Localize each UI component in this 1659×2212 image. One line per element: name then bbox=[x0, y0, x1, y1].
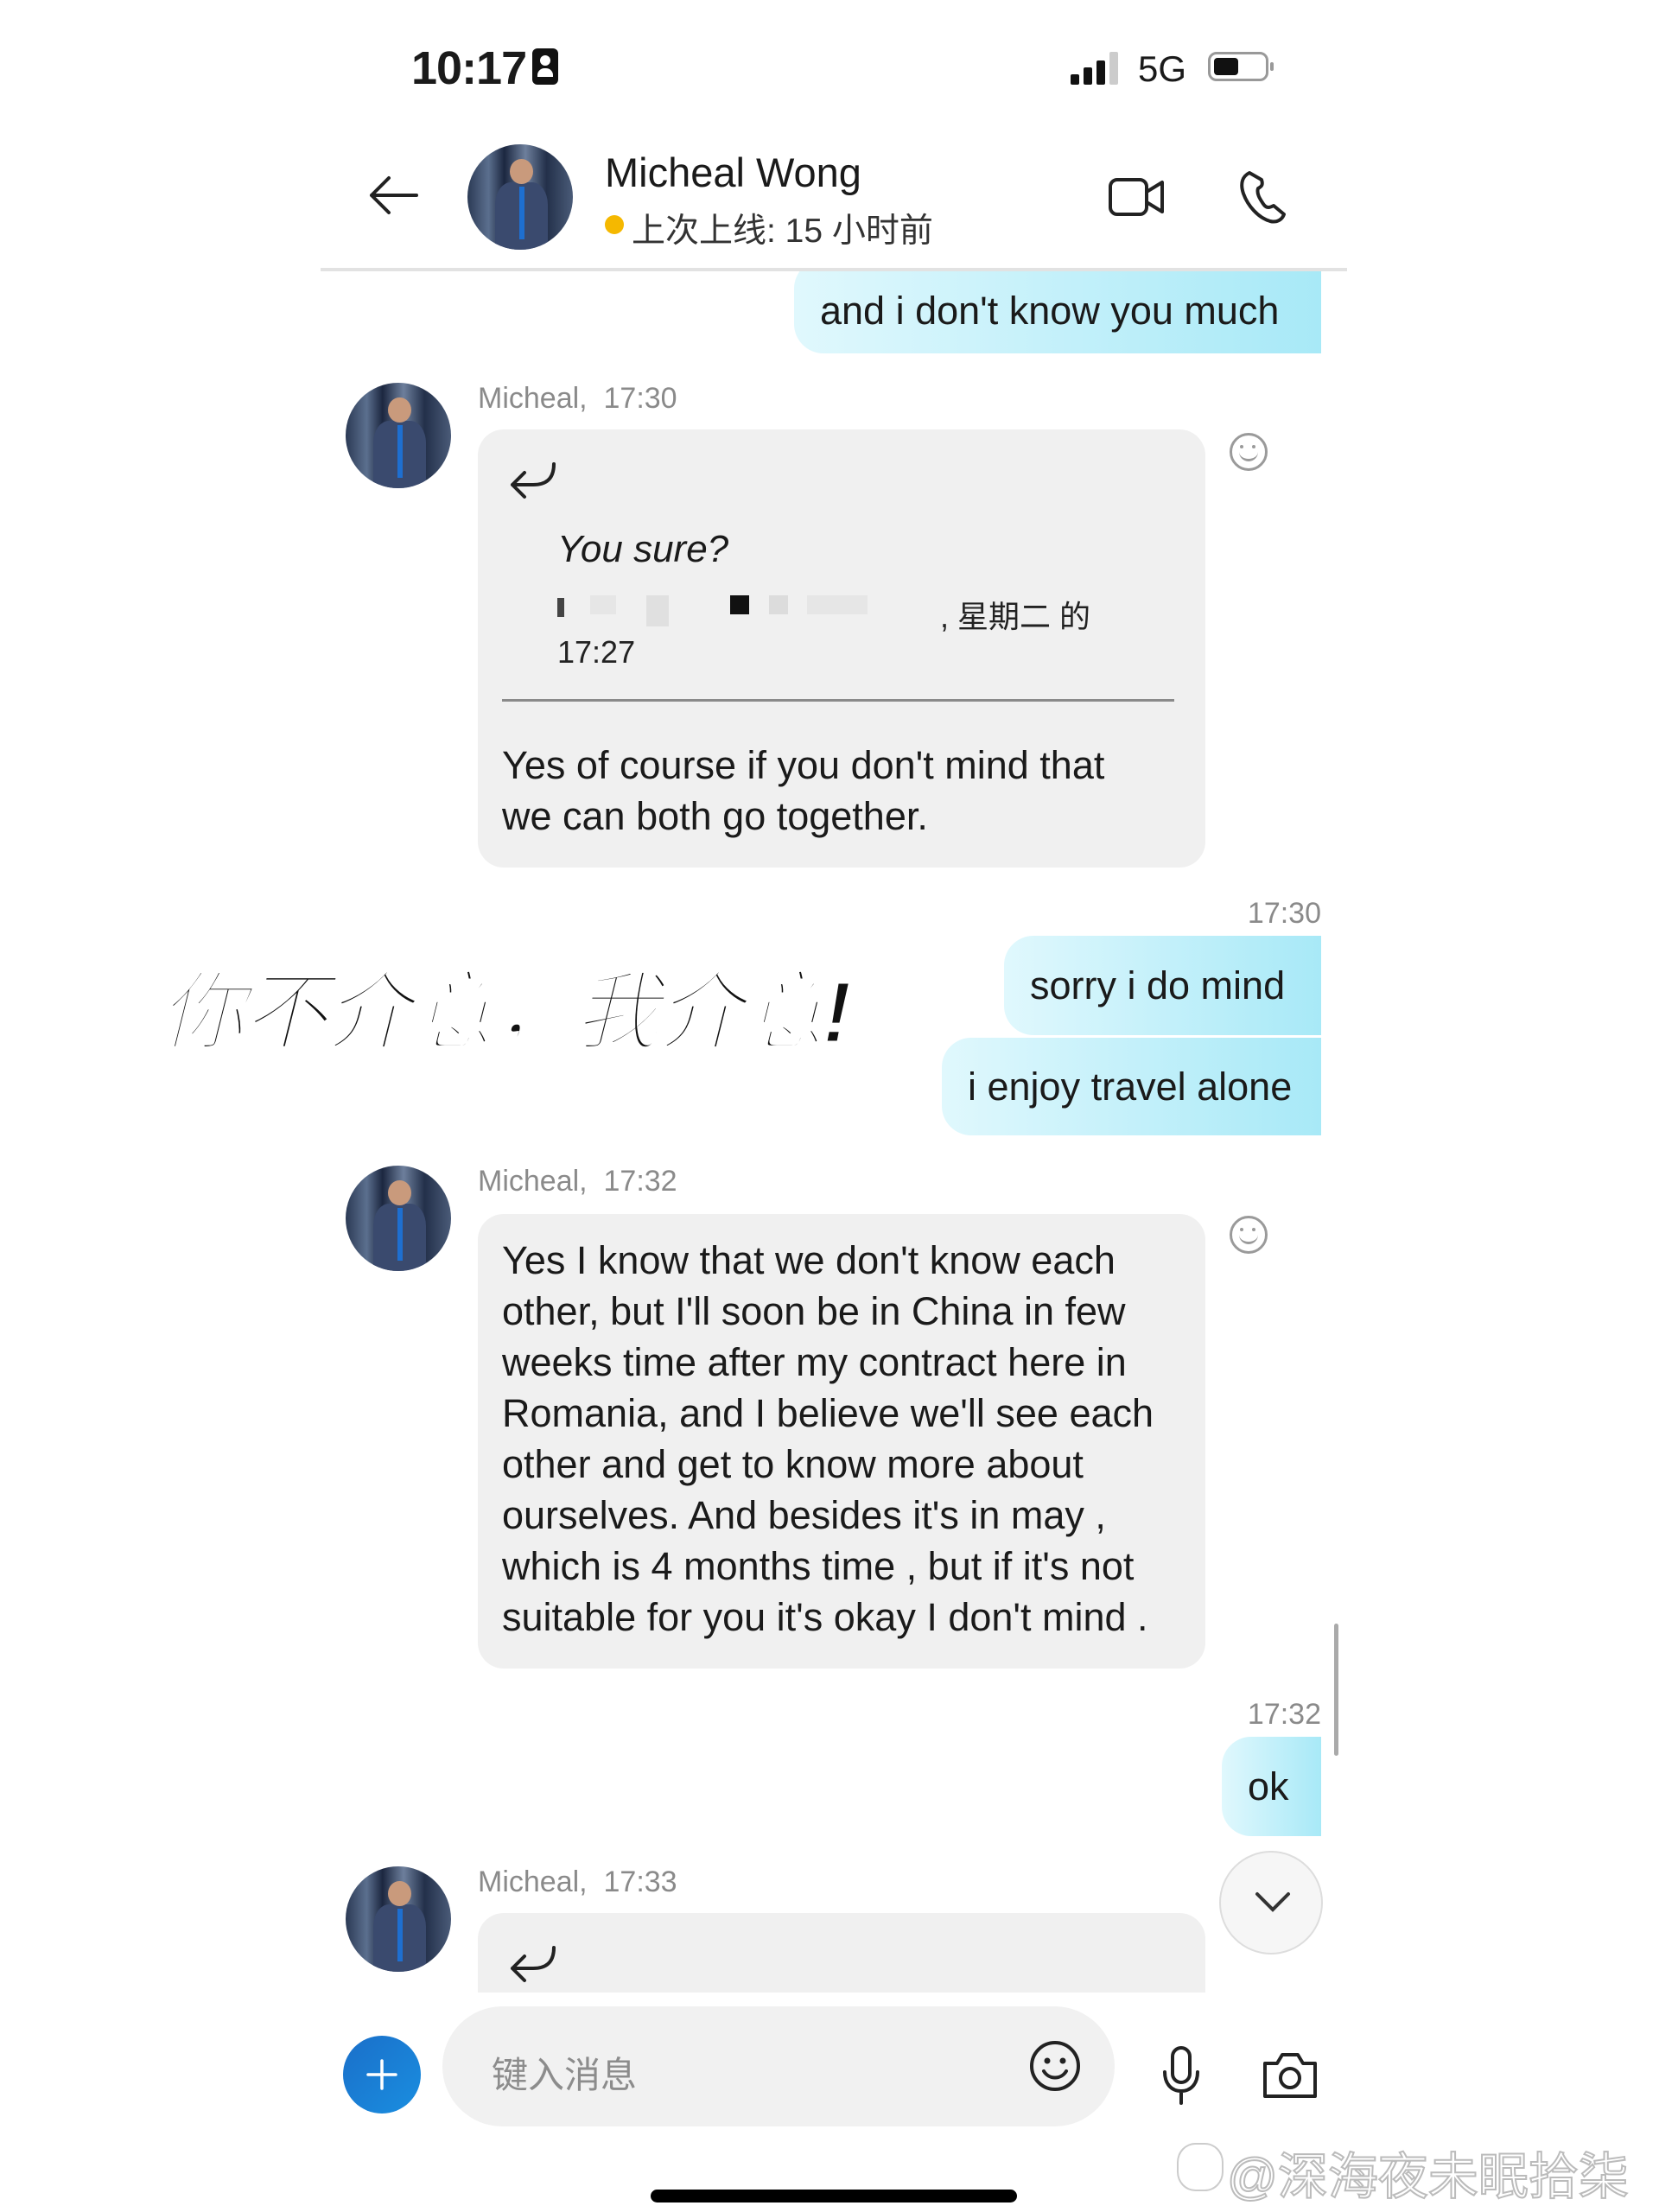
redacted-block bbox=[646, 595, 669, 626]
redacted-block bbox=[590, 595, 616, 614]
quoted-message-meta: , 星期二 的 bbox=[940, 599, 1091, 634]
voice-call-button[interactable] bbox=[1237, 169, 1289, 225]
chat-scroll-area[interactable]: and i don't know you much Micheal, 17:30… bbox=[0, 271, 1659, 1993]
redacted-block bbox=[769, 595, 788, 614]
caption-overlay: 你不介意，我介意! bbox=[157, 963, 852, 1063]
presence-dot bbox=[605, 215, 624, 234]
message-received[interactable]: Yes I know that we don't know each other… bbox=[478, 1214, 1205, 1669]
reply-arrow-icon bbox=[511, 462, 556, 499]
quoted-message-text: You sure? bbox=[557, 528, 729, 570]
sender-avatar[interactable] bbox=[346, 383, 451, 488]
watermark-logo-icon bbox=[1177, 2143, 1224, 2191]
message-input[interactable]: 键入消息 bbox=[442, 2006, 1115, 2126]
message-sent[interactable]: i enjoy travel alone bbox=[942, 1038, 1321, 1135]
sender-avatar[interactable] bbox=[346, 1866, 451, 1972]
smiley-icon bbox=[1030, 2041, 1080, 2091]
signal-icon bbox=[1071, 52, 1122, 85]
message-sent[interactable]: and i don't know you much bbox=[794, 271, 1321, 353]
phone-icon bbox=[1240, 171, 1286, 224]
message-text: i enjoy travel alone bbox=[968, 1064, 1293, 1109]
video-camera-icon bbox=[1109, 178, 1164, 216]
message-timestamp: 17:32 bbox=[1247, 1698, 1321, 1731]
message-timestamp: 17:30 bbox=[1247, 897, 1321, 930]
redacted-block bbox=[730, 595, 749, 614]
arrow-left-icon bbox=[370, 176, 418, 214]
message-received[interactable] bbox=[478, 1913, 1205, 1993]
contact-avatar[interactable] bbox=[467, 144, 573, 250]
redacted-block bbox=[807, 595, 868, 614]
react-emoji-icon[interactable] bbox=[1230, 433, 1268, 471]
message-received[interactable]: You sure? , 星期二 的 17:27 Yes of course if… bbox=[478, 429, 1205, 868]
home-indicator[interactable] bbox=[651, 2190, 1017, 2202]
message-text: Yes of course if you don't mind that we … bbox=[502, 743, 1105, 838]
network-type: 5G bbox=[1138, 48, 1187, 89]
message-text: sorry i do mind bbox=[1030, 963, 1286, 1007]
sender-meta: Micheal, 17:30 bbox=[478, 382, 677, 415]
message-input-placeholder: 键入消息 bbox=[492, 2055, 638, 2095]
voice-message-button[interactable] bbox=[1160, 2044, 1203, 2107]
redacted-block bbox=[557, 598, 564, 617]
last-seen-status: 上次上线: 15 小时前 bbox=[632, 213, 933, 250]
video-call-button[interactable] bbox=[1108, 173, 1166, 221]
back-button[interactable] bbox=[363, 169, 423, 221]
sender-avatar[interactable] bbox=[346, 1166, 451, 1271]
quoted-message-time: 17:27 bbox=[557, 634, 636, 670]
message-sent[interactable]: ok bbox=[1222, 1737, 1321, 1836]
react-emoji-icon[interactable] bbox=[1230, 1216, 1268, 1254]
chevron-down-icon bbox=[1255, 1892, 1290, 1912]
camera-button[interactable] bbox=[1262, 2048, 1319, 2100]
emoji-button[interactable] bbox=[1028, 2039, 1082, 2093]
plus-icon bbox=[366, 2059, 397, 2090]
camera-icon bbox=[1263, 2053, 1317, 2098]
contact-name[interactable]: Micheal Wong bbox=[605, 149, 861, 196]
reply-arrow-icon bbox=[511, 1946, 556, 1982]
quote-divider bbox=[502, 699, 1174, 702]
sender-meta: Micheal, 17:32 bbox=[478, 1165, 677, 1198]
message-text: Yes I know that we don't know each other… bbox=[502, 1238, 1154, 1639]
message-text: and i don't know you much bbox=[820, 288, 1280, 333]
add-attachment-button[interactable] bbox=[343, 2036, 421, 2113]
scrollbar[interactable] bbox=[1334, 1624, 1338, 1756]
message-sent[interactable]: sorry i do mind bbox=[1004, 936, 1321, 1035]
message-text: ok bbox=[1248, 1764, 1289, 1808]
id-card-icon bbox=[532, 48, 558, 85]
microphone-icon bbox=[1163, 2046, 1199, 2105]
battery-icon bbox=[1208, 52, 1274, 81]
scroll-to-bottom-button[interactable] bbox=[1219, 1851, 1323, 1955]
watermark: @深海夜未眠拾柒 bbox=[1226, 2148, 1630, 2206]
status-time: 10:17 bbox=[411, 42, 527, 94]
sender-meta: Micheal, 17:33 bbox=[478, 1866, 677, 1898]
